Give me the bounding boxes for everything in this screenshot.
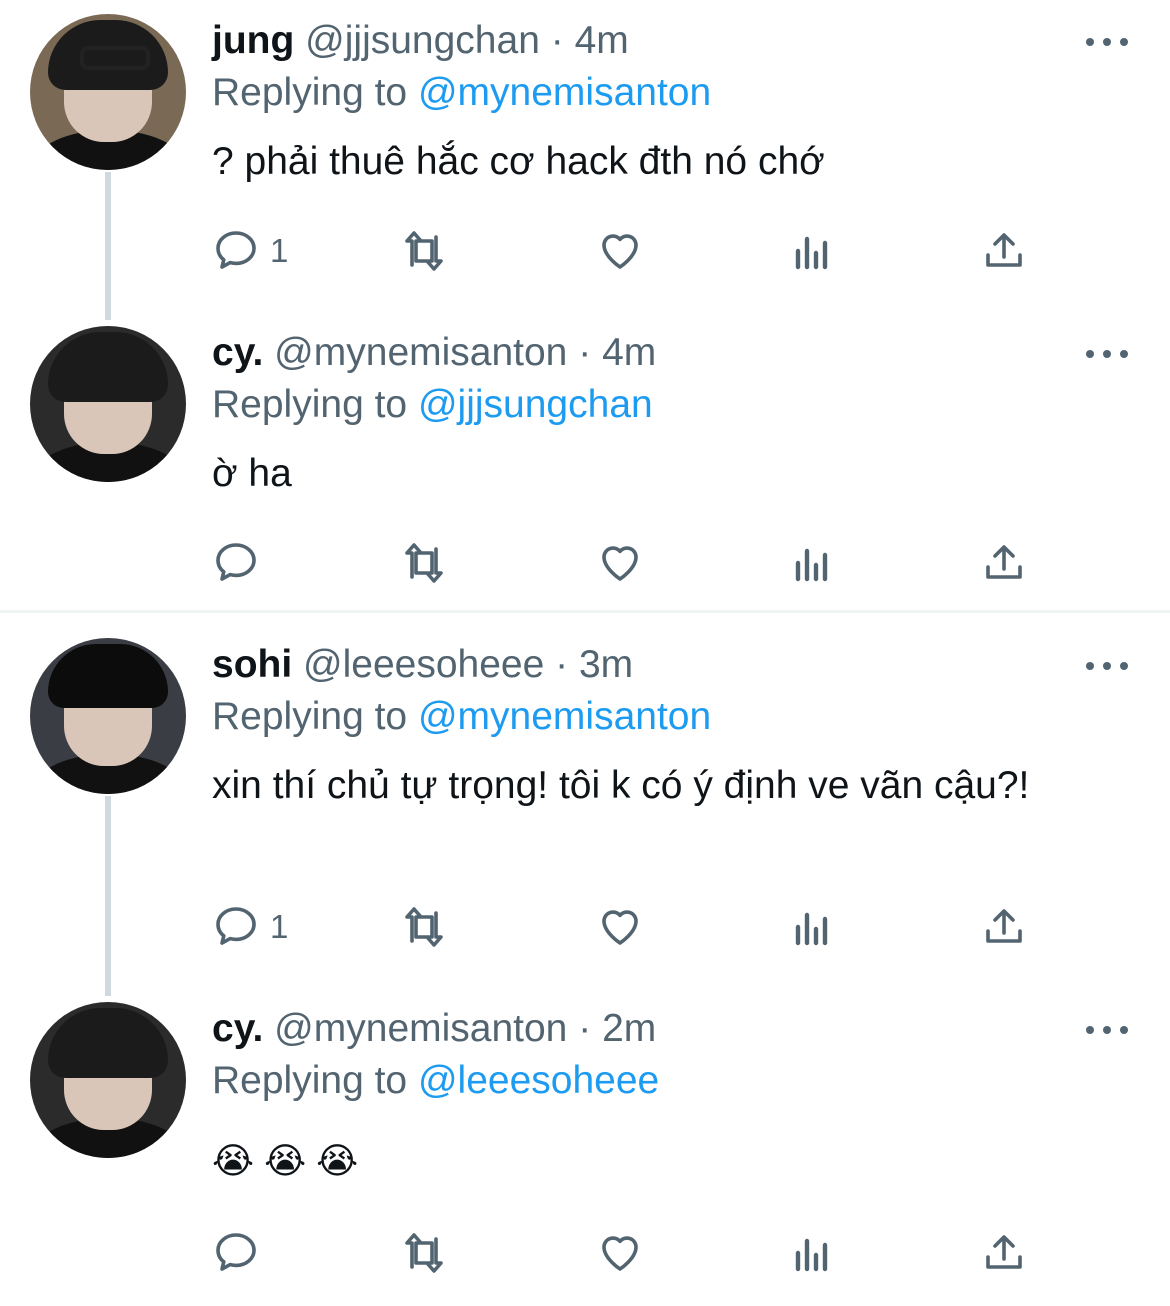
like-button[interactable] [596, 902, 644, 952]
reply-icon [216, 231, 256, 269]
timestamp[interactable]: 4m [575, 19, 629, 62]
share-icon [986, 545, 1022, 579]
replying-to-label: Replying to [212, 71, 408, 114]
retweet-button[interactable] [400, 1228, 448, 1278]
share-icon [986, 909, 1022, 943]
replying-to: Replying to @leeesoheee [212, 1058, 659, 1104]
separator: · [578, 1007, 592, 1050]
reply-button[interactable] [212, 538, 260, 588]
mention-link[interactable]: @jjjsungchan [418, 383, 653, 426]
tweet[interactable]: cy. @mynemisanton · 4m Replying to @jjjs… [0, 320, 1170, 610]
tweet[interactable]: sohi @leeesoheee · 3m Replying to @mynem… [0, 632, 1170, 996]
heart-icon [602, 546, 638, 581]
reply-icon [216, 543, 256, 581]
tweet-text: xin thí chủ tự trọng! tôi k có ý định ve… [212, 764, 1030, 807]
retweet-button[interactable] [400, 902, 448, 952]
reply-button[interactable] [212, 1228, 260, 1278]
action-bar [212, 1228, 1052, 1278]
views-button[interactable] [788, 1228, 836, 1278]
replying-to: Replying to @mynemisanton [212, 70, 711, 116]
tweet-header: sohi @leeesoheee · 3m [212, 642, 633, 688]
views-chart-icon [795, 912, 828, 946]
like-button[interactable] [596, 538, 644, 588]
timestamp[interactable]: 4m [602, 331, 656, 374]
share-button[interactable] [980, 538, 1028, 588]
separator: · [555, 643, 569, 686]
timestamp[interactable]: 2m [602, 1007, 656, 1050]
action-bar: 1 [212, 226, 1052, 276]
display-name[interactable]: cy. [212, 1007, 263, 1050]
action-bar [212, 538, 1052, 588]
tweet-text: ờ ha [212, 452, 292, 495]
separator: · [550, 19, 564, 62]
share-icon [986, 1235, 1022, 1269]
timestamp[interactable]: 3m [579, 643, 633, 686]
heart-icon [602, 1236, 638, 1271]
share-button[interactable] [980, 226, 1028, 276]
avatar[interactable] [30, 14, 186, 170]
retweet-icon [405, 231, 443, 271]
replying-to: Replying to @jjjsungchan [212, 382, 653, 428]
separator: · [578, 331, 592, 374]
replying-to: Replying to @mynemisanton [212, 694, 711, 740]
views-chart-icon [795, 548, 828, 582]
views-chart-icon [795, 236, 828, 270]
avatar[interactable] [30, 326, 186, 482]
thread-divider [0, 610, 1170, 613]
views-button[interactable] [788, 902, 836, 952]
retweet-button[interactable] [400, 226, 448, 276]
more-dots-icon[interactable] [1086, 660, 1128, 672]
user-handle[interactable]: @mynemisanton [274, 331, 567, 374]
replying-to-label: Replying to [212, 383, 408, 426]
user-handle[interactable]: @jjjsungchan [305, 19, 540, 62]
retweet-button[interactable] [400, 538, 448, 588]
views-button[interactable] [788, 538, 836, 588]
tweet-text: ? phải thuê hắc cơ hack đth nó chớ [212, 140, 825, 183]
reply-count: 1 [270, 232, 289, 269]
heart-icon [602, 910, 638, 945]
heart-icon [602, 234, 638, 269]
display-name[interactable]: cy. [212, 331, 263, 374]
tweet-header: jung @jjjsungchan · 4m [212, 18, 629, 64]
share-icon [986, 233, 1022, 267]
avatar[interactable] [30, 638, 186, 794]
user-handle[interactable]: @mynemisanton [274, 1007, 567, 1050]
mention-link[interactable]: @mynemisanton [418, 695, 711, 738]
more-dots-icon[interactable] [1086, 348, 1128, 360]
mention-link[interactable]: @leeesoheee [418, 1059, 659, 1102]
reply-button[interactable]: 1 [212, 226, 288, 276]
views-chart-icon [795, 1238, 828, 1272]
reply-icon [216, 907, 256, 945]
tweet-text: 😭😭😭 [212, 1141, 369, 1182]
tweet-header: cy. @mynemisanton · 4m [212, 330, 656, 376]
tweet[interactable]: cy. @mynemisanton · 2m Replying to @leee… [0, 996, 1170, 1296]
like-button[interactable] [596, 1228, 644, 1278]
replying-to-label: Replying to [212, 1059, 408, 1102]
tweet[interactable]: jung @jjjsungchan · 4m Replying to @myne… [0, 0, 1170, 320]
avatar[interactable] [30, 1002, 186, 1158]
display-name[interactable]: sohi [212, 643, 292, 686]
tweet-header: cy. @mynemisanton · 2m [212, 1006, 656, 1052]
more-dots-icon[interactable] [1086, 1024, 1128, 1036]
share-button[interactable] [980, 902, 1028, 952]
retweet-icon [405, 543, 443, 583]
views-button[interactable] [788, 226, 836, 276]
replying-to-label: Replying to [212, 695, 408, 738]
mention-link[interactable]: @mynemisanton [418, 71, 711, 114]
more-dots-icon[interactable] [1086, 36, 1128, 48]
user-handle[interactable]: @leeesoheee [303, 643, 544, 686]
display-name[interactable]: jung [212, 19, 294, 62]
reply-count: 1 [270, 908, 289, 945]
reply-icon [216, 1233, 256, 1271]
retweet-icon [405, 907, 443, 947]
like-button[interactable] [596, 226, 644, 276]
retweet-icon [405, 1233, 443, 1273]
reply-button[interactable]: 1 [212, 902, 288, 952]
action-bar: 1 [212, 902, 1052, 952]
share-button[interactable] [980, 1228, 1028, 1278]
